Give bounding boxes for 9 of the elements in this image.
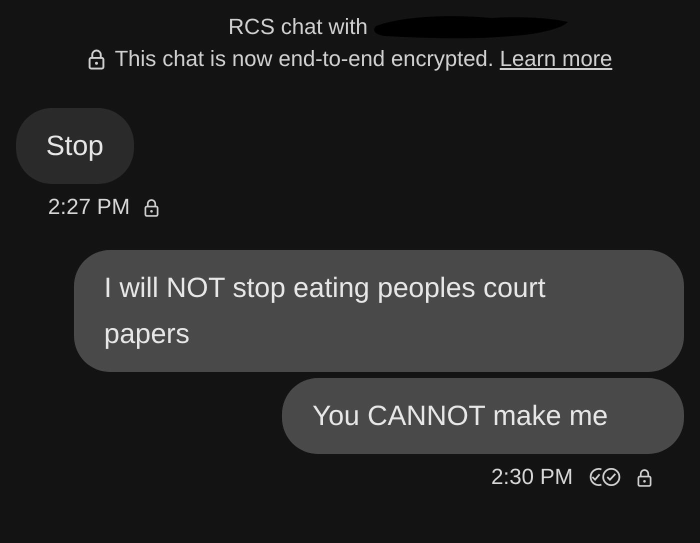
learn-more-link[interactable]: Learn more <box>500 46 612 72</box>
lock-icon <box>88 48 105 70</box>
message-bubble[interactable]: Stop <box>16 108 134 184</box>
message-bubble[interactable]: You CANNOT make me <box>282 378 684 454</box>
message-bubble[interactable]: I will NOT stop eating peoples court papers <box>74 250 684 372</box>
encryption-notice: This chat is now end-to-end encrypted. <box>114 46 494 72</box>
timestamp: 2:30 PM <box>491 464 573 490</box>
chat-title: RCS chat with <box>228 14 368 40</box>
timestamp: 2:27 PM <box>48 194 130 220</box>
